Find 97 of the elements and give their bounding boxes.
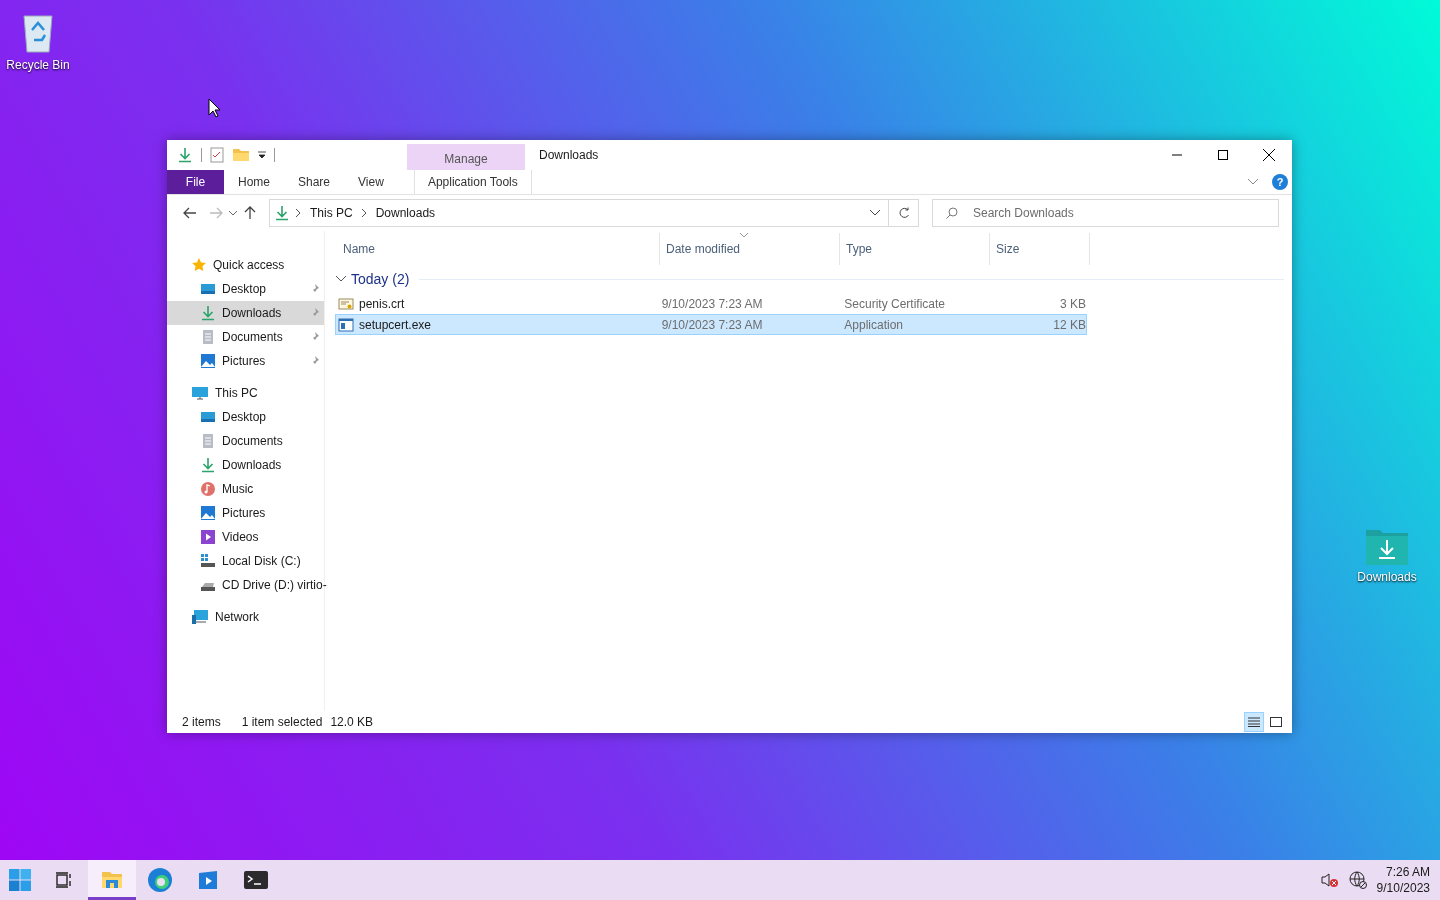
search-field[interactable]: Search Downloads: [932, 199, 1279, 227]
table-cell-text: 12 KB: [1052, 317, 1086, 332]
nav-item[interactable]: Local Disk (C:): [167, 549, 324, 573]
nav-item[interactable]: Desktop: [167, 405, 324, 429]
expand-ribbon-chevron-icon: [1248, 179, 1258, 185]
sort-caret-icon: [740, 233, 748, 238]
desktop-icon: [200, 409, 216, 425]
file-tab[interactable]: File: [167, 170, 224, 194]
clock[interactable]: 7:26 AM 9/10/2023: [1376, 864, 1430, 896]
nav-item[interactable]: This PC: [167, 381, 324, 405]
breadcrumb-chevron-icon: [361, 209, 367, 217]
chevron-down-icon: [229, 210, 237, 216]
taskbar-button[interactable]: [88, 860, 136, 900]
nav-item[interactable]: Quick access: [167, 253, 324, 277]
file-name: penis.crt: [359, 296, 405, 311]
close-icon: [1263, 149, 1275, 161]
maximize-icon: [1218, 150, 1228, 160]
windows-logo-icon: [8, 868, 32, 892]
refresh-button[interactable]: [889, 199, 919, 227]
download-arrow-icon: [274, 205, 290, 221]
details-view-button[interactable]: [1244, 712, 1264, 732]
ribbon-tab[interactable]: View: [344, 170, 398, 194]
nav-item[interactable]: Network: [167, 605, 324, 629]
group-header[interactable]: Today (2): [351, 271, 410, 287]
contextual-ribbon-tab[interactable]: Application Tools: [413, 170, 532, 194]
desktop-icon: [200, 281, 216, 297]
refresh-icon: [897, 207, 910, 219]
breadcrumb-chevron-icon: [296, 209, 301, 217]
desktop-icon-label[interactable]: Recycle Bin: [6, 58, 70, 72]
globe-icon: [1348, 871, 1367, 889]
media-player-icon: [196, 868, 220, 892]
muted-speaker-icon: [1320, 872, 1339, 888]
table-cell-text: 3 KB: [1059, 296, 1086, 311]
up-arrow-icon: [244, 206, 256, 220]
breadcrumb-item[interactable]: This PC: [307, 206, 356, 220]
window-title: Downloads: [539, 148, 599, 162]
file-row[interactable]: setupcert.exe 9/10/2023 7:23 AM Application 12 KB: [335, 314, 1087, 335]
group-collapse-chevron-icon: [335, 275, 347, 283]
edge-logo-icon: [147, 867, 173, 893]
nav-item[interactable]: Documents: [167, 429, 324, 453]
star-icon: [191, 257, 207, 273]
selection-status: 1 item selected: [241, 715, 323, 729]
column-header[interactable]: Type: [840, 233, 990, 265]
help-button[interactable]: ?: [1272, 174, 1288, 190]
table-cell-text: Security Certificate: [843, 296, 946, 311]
nav-item[interactable]: Pictures: [167, 501, 324, 525]
document-icon: [200, 433, 216, 449]
table-cell-text: 9/10/2023 7:23 AM: [660, 317, 764, 332]
nav-item[interactable]: Music: [167, 477, 324, 501]
table-cell-text: 9/10/2023 7:23 AM: [660, 296, 764, 311]
column-header[interactable]: Name: [333, 233, 660, 265]
network-icon: [191, 609, 209, 625]
search-icon: [946, 207, 958, 219]
file-name: setupcert.exe: [359, 317, 432, 332]
drive-icon: [200, 553, 216, 569]
download-arrow-icon: [200, 305, 216, 321]
mouse-pointer-icon: [208, 98, 220, 118]
back-arrow-icon: [183, 207, 197, 219]
folder-icon: [232, 147, 250, 163]
task-view-icon: [54, 870, 74, 890]
ribbon-tab[interactable]: Home: [224, 170, 284, 194]
clock-time: 7:26 AM: [1385, 864, 1430, 880]
square-icon: [1270, 717, 1282, 727]
breadcrumb-item[interactable]: Downloads: [372, 206, 439, 220]
item-count: 2 items: [182, 715, 221, 729]
contextual-tab-header: Manage: [407, 144, 525, 170]
table-cell-text: Application: [843, 317, 904, 332]
dropdown-chevron-icon: [870, 210, 880, 216]
nav-item[interactable]: Videos: [167, 525, 324, 549]
picture-icon: [200, 353, 216, 369]
ribbon-tab[interactable]: Share: [284, 170, 345, 194]
picture-icon: [200, 505, 216, 521]
application-icon: [338, 316, 354, 333]
checklist-icon: [210, 147, 224, 163]
dropdown-caret-icon: [258, 151, 266, 159]
document-icon: [200, 329, 216, 345]
recent-locations-button[interactable]: [229, 210, 237, 216]
address-bar[interactable]: This PC Downloads: [269, 199, 889, 227]
nav-item[interactable]: Downloads: [167, 301, 324, 325]
clock-date: 9/10/2023: [1376, 880, 1430, 896]
video-icon: [200, 529, 216, 545]
nav-item[interactable]: Pictures: [167, 349, 324, 373]
file-row[interactable]: penis.crt 9/10/2023 7:23 AM Security Certificate 3 KB: [335, 293, 1087, 314]
monitor-icon: [191, 385, 209, 401]
nav-item[interactable]: Documents: [167, 325, 324, 349]
list-lines-icon: [1248, 717, 1260, 727]
nav-item[interactable]: Desktop: [167, 277, 324, 301]
nav-item[interactable]: Downloads: [167, 453, 324, 477]
forward-arrow-icon: [209, 207, 223, 219]
terminal-icon: [243, 869, 269, 891]
selection-size: 12.0 KB: [330, 715, 374, 729]
column-header[interactable]: Date modified: [660, 233, 840, 265]
download-arrow-icon: [177, 147, 193, 163]
download-arrow-icon: [200, 457, 216, 473]
music-note-icon: [200, 481, 216, 497]
certificate-icon: [338, 295, 354, 312]
column-header[interactable]: Size: [990, 233, 1090, 265]
